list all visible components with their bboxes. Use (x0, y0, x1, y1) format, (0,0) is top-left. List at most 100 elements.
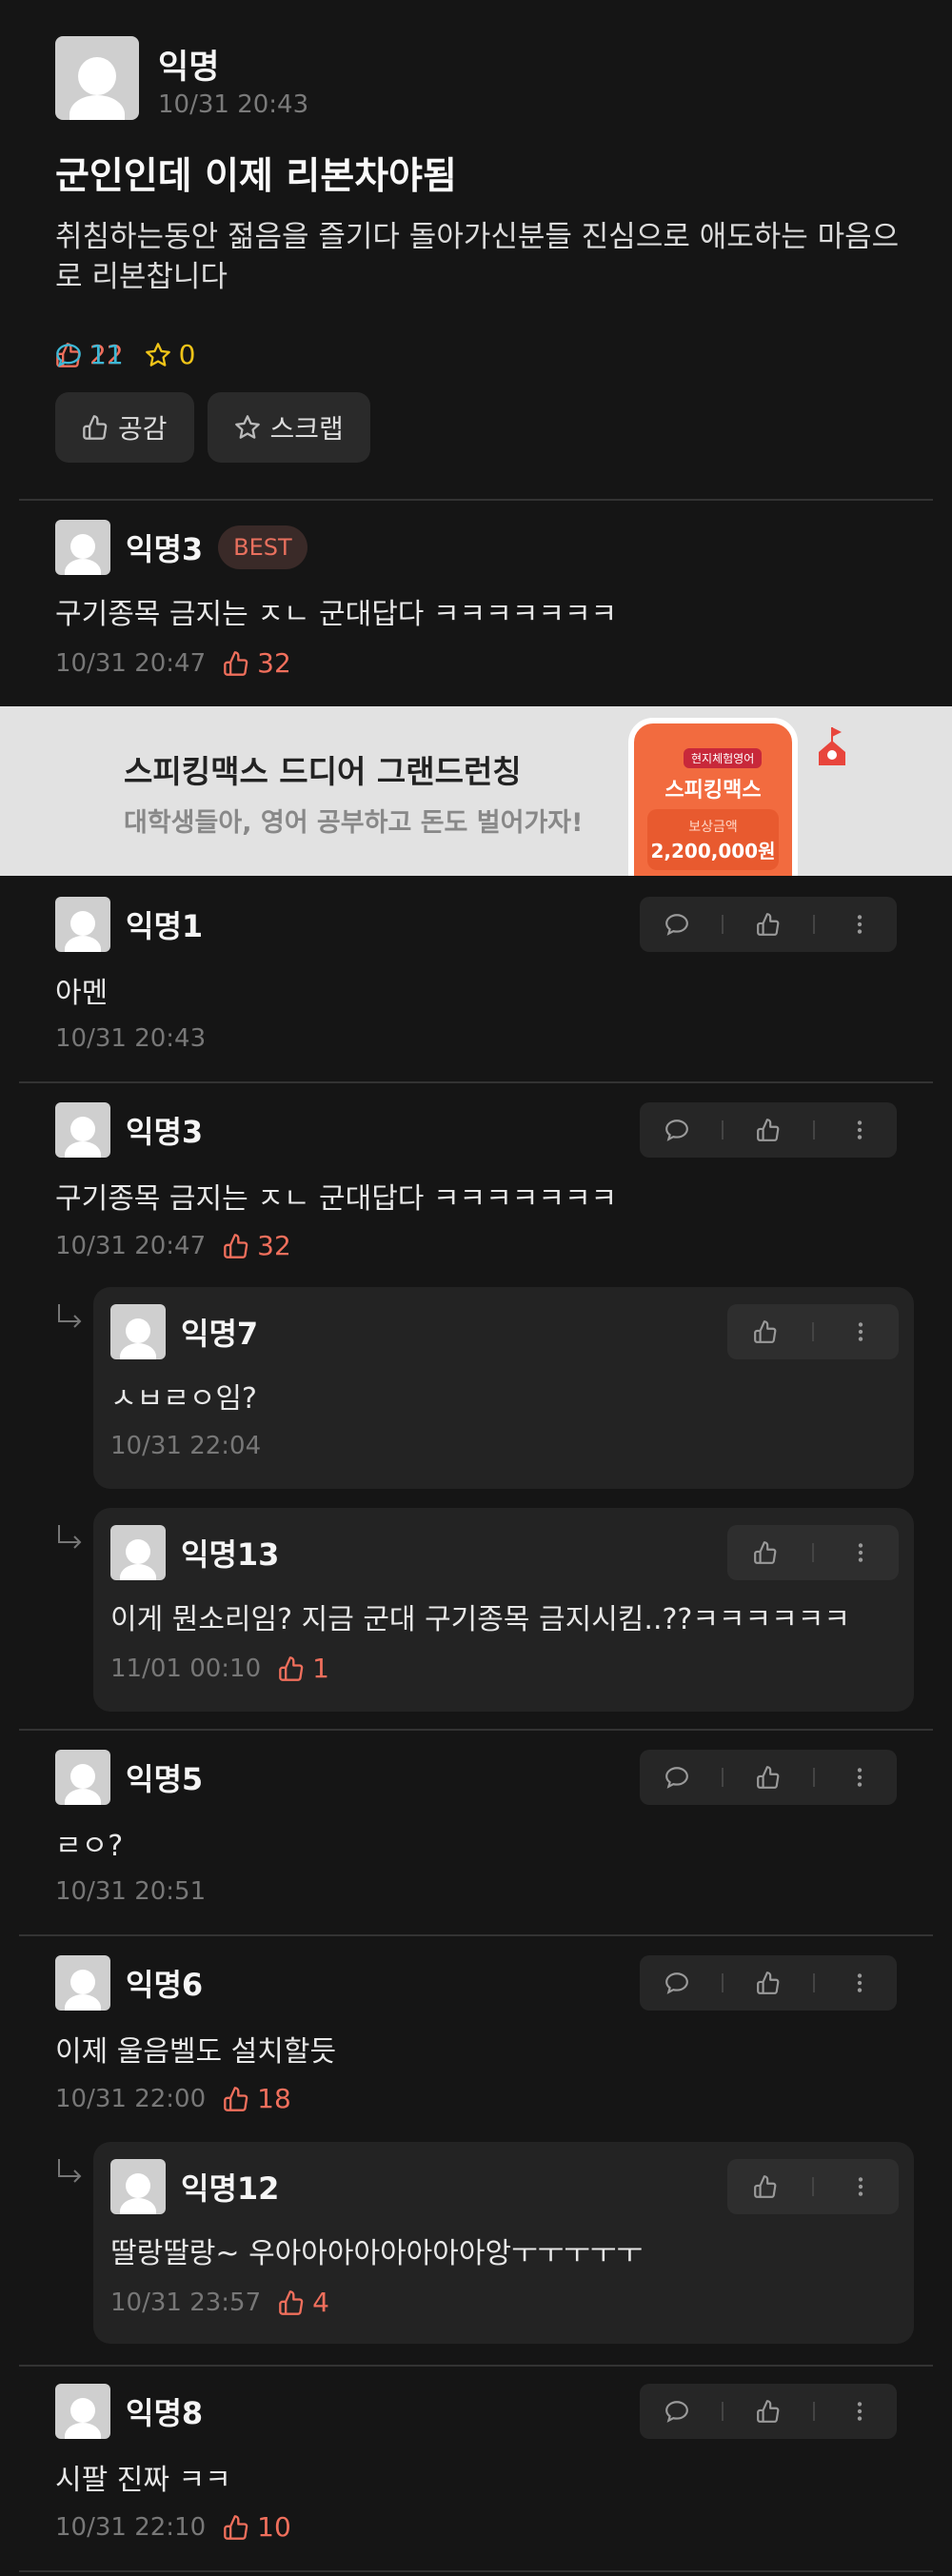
more-button[interactable] (832, 1304, 889, 1359)
comment-count: 11 (55, 339, 952, 370)
more-button[interactable] (832, 2159, 889, 2214)
separator (721, 1973, 724, 1992)
reply-comment: 익명12 딸랑딸랑~ 우아아아아아아아아앙ㅜㅜㅜㅜㅜ 10/31 23:57 4 (93, 2142, 914, 2344)
post-detail-page: 익명 10/31 20:43 군인인데 이제 리본차야됨 취침하는동안 젊음을 … (0, 0, 952, 2576)
comment-text: 이제 울음벨도 설치할듯 (55, 2035, 337, 2069)
comment-actions (640, 1102, 897, 1158)
comment-time: 10/31 20:47 (55, 648, 207, 678)
thumbs-up-icon (224, 650, 248, 676)
ad-banner[interactable]: 스피킹맥스 드디어 그랜드런칭 대학생들아, 영어 공부하고 돈도 벌어가자! … (0, 706, 952, 876)
comment-text: 이게 뭔소리임? 지금 군대 구기종목 금지시킴..??ㅋㅋㅋㅋㅋㅋ (110, 1603, 850, 1636)
reply-comment: 익명13 이게 뭔소리임? 지금 군대 구기종목 금지시킴..??ㅋㅋㅋㅋㅋㅋ … (93, 1508, 914, 1712)
kebab-menu-icon (858, 1973, 863, 1992)
comment-text: ㅅㅂㄹㅇ임? (110, 1382, 257, 1416)
more-button[interactable] (831, 1955, 888, 2011)
comment-like-button[interactable] (737, 2159, 794, 2214)
comment-meta: 10/31 22:04 (110, 1432, 261, 1460)
comment-likes: 4 (278, 2287, 329, 2318)
comment-like-button[interactable] (740, 2384, 797, 2439)
comment-meta: 10/31 20:47 32 (55, 1230, 291, 1261)
more-button[interactable] (831, 1102, 888, 1158)
avatar (55, 1750, 110, 1805)
comment-likes: 1 (278, 1653, 329, 1684)
ad-title: 스피킹맥스 드디어 그랜드런칭 (124, 753, 522, 790)
comment-actions (727, 2159, 899, 2214)
thumbs-up-icon (224, 2086, 248, 2111)
comment-time: 10/31 22:00 (55, 2084, 207, 2113)
more-button[interactable] (831, 2384, 888, 2439)
thumbs-up-icon (757, 913, 780, 936)
post-time: 10/31 20:43 (158, 90, 309, 119)
ad-reward-label: 보상금액 (688, 820, 738, 835)
comment-meta: 10/31 23:57 4 (110, 2287, 329, 2318)
comment-actions (727, 1525, 899, 1580)
comment-time: 10/31 20:43 (55, 1024, 207, 1053)
kebab-menu-icon (858, 2402, 863, 2421)
thumbs-up-icon (757, 2400, 780, 2423)
post-author: 익명 (158, 49, 220, 87)
comment-like-button[interactable] (737, 1525, 794, 1580)
avatar (110, 1525, 166, 1580)
separator (813, 915, 816, 934)
comment-time: 11/01 00:10 (110, 1654, 262, 1683)
kebab-menu-icon (858, 1768, 863, 1787)
comment-time: 10/31 20:47 (55, 1231, 207, 1260)
avatar (55, 520, 110, 575)
thumbs-up-icon (224, 1233, 248, 1258)
separator (813, 2402, 816, 2421)
reply-button[interactable] (648, 1102, 705, 1158)
ad-logo-icon (819, 727, 845, 765)
comment-meta: 10/31 22:10 10 (55, 2511, 291, 2543)
comment-likes-value: 32 (257, 1230, 291, 1261)
separator (813, 1768, 816, 1787)
comment-text: 아멘 (55, 977, 109, 1010)
ad-phone-title: 스피킹맥스 (664, 779, 762, 803)
speech-bubble-icon (56, 343, 81, 367)
comment-like-button[interactable] (740, 1750, 797, 1805)
thumbs-up-icon (753, 1541, 777, 1564)
speech-bubble-icon (664, 1972, 688, 1994)
separator (721, 2402, 724, 2421)
comment-like-button[interactable] (740, 1102, 797, 1158)
ad-phone-reward: 보상금액 2,200,000원 (647, 809, 779, 870)
comment-likes-value: 32 (257, 647, 291, 679)
kebab-menu-icon (859, 1543, 863, 1562)
speech-bubble-icon (664, 914, 688, 936)
reply-button[interactable] (648, 1955, 705, 2011)
like-button[interactable]: 공감 (55, 392, 194, 463)
more-button[interactable] (831, 897, 888, 952)
comment-meta: 10/31 22:00 18 (55, 2083, 291, 2114)
comment-text: ㄹㅇ? (55, 1830, 124, 1863)
comment-like-button[interactable] (737, 1304, 794, 1359)
scrap-button[interactable]: 스크랩 (207, 392, 370, 463)
best-comment: 익명3 BEST 구기종목 금지는 ㅈㄴ 군대답다 ㅋㅋㅋㅋㅋㅋㅋ 10/31 … (0, 503, 952, 704)
comment-like-button[interactable] (740, 1955, 797, 2011)
more-button[interactable] (832, 1525, 889, 1580)
comment-time: 10/31 20:51 (55, 1877, 207, 1906)
avatar (110, 1304, 166, 1359)
comment-actions (640, 897, 897, 952)
comment-author: 익명3 (126, 531, 204, 567)
avatar (110, 2159, 166, 2214)
comment-meta: 10/31 20:51 (55, 1877, 206, 1906)
comment-author: 익명3 (126, 1114, 204, 1150)
divider (19, 1934, 933, 1936)
comment-like-button[interactable] (740, 897, 797, 952)
comment-likes: 32 (223, 647, 291, 679)
reply-button[interactable] (648, 897, 705, 952)
comment-author: 익명12 (181, 2170, 280, 2207)
reply-button[interactable] (648, 1750, 705, 1805)
thumbs-up-icon (753, 1320, 777, 1343)
comment-meta: 11/01 00:10 1 (110, 1653, 329, 1684)
comment-time: 10/31 23:57 (110, 2288, 262, 2317)
more-button[interactable] (831, 1750, 888, 1805)
comment-text: 시팔 진짜 ㅋㅋ (55, 2464, 231, 2497)
thumbs-up-icon (757, 1766, 780, 1789)
thumbs-up-icon (757, 1119, 780, 1141)
comment-text: 딸랑딸랑~ 우아아아아아아아아앙ㅜㅜㅜㅜㅜ (110, 2237, 644, 2270)
kebab-menu-icon (859, 1322, 863, 1341)
comment-meta: 10/31 20:47 32 (55, 647, 291, 679)
reply-button[interactable] (648, 2384, 705, 2439)
comment-actions (727, 1304, 899, 1359)
comment-author: 익명5 (126, 1761, 204, 1797)
